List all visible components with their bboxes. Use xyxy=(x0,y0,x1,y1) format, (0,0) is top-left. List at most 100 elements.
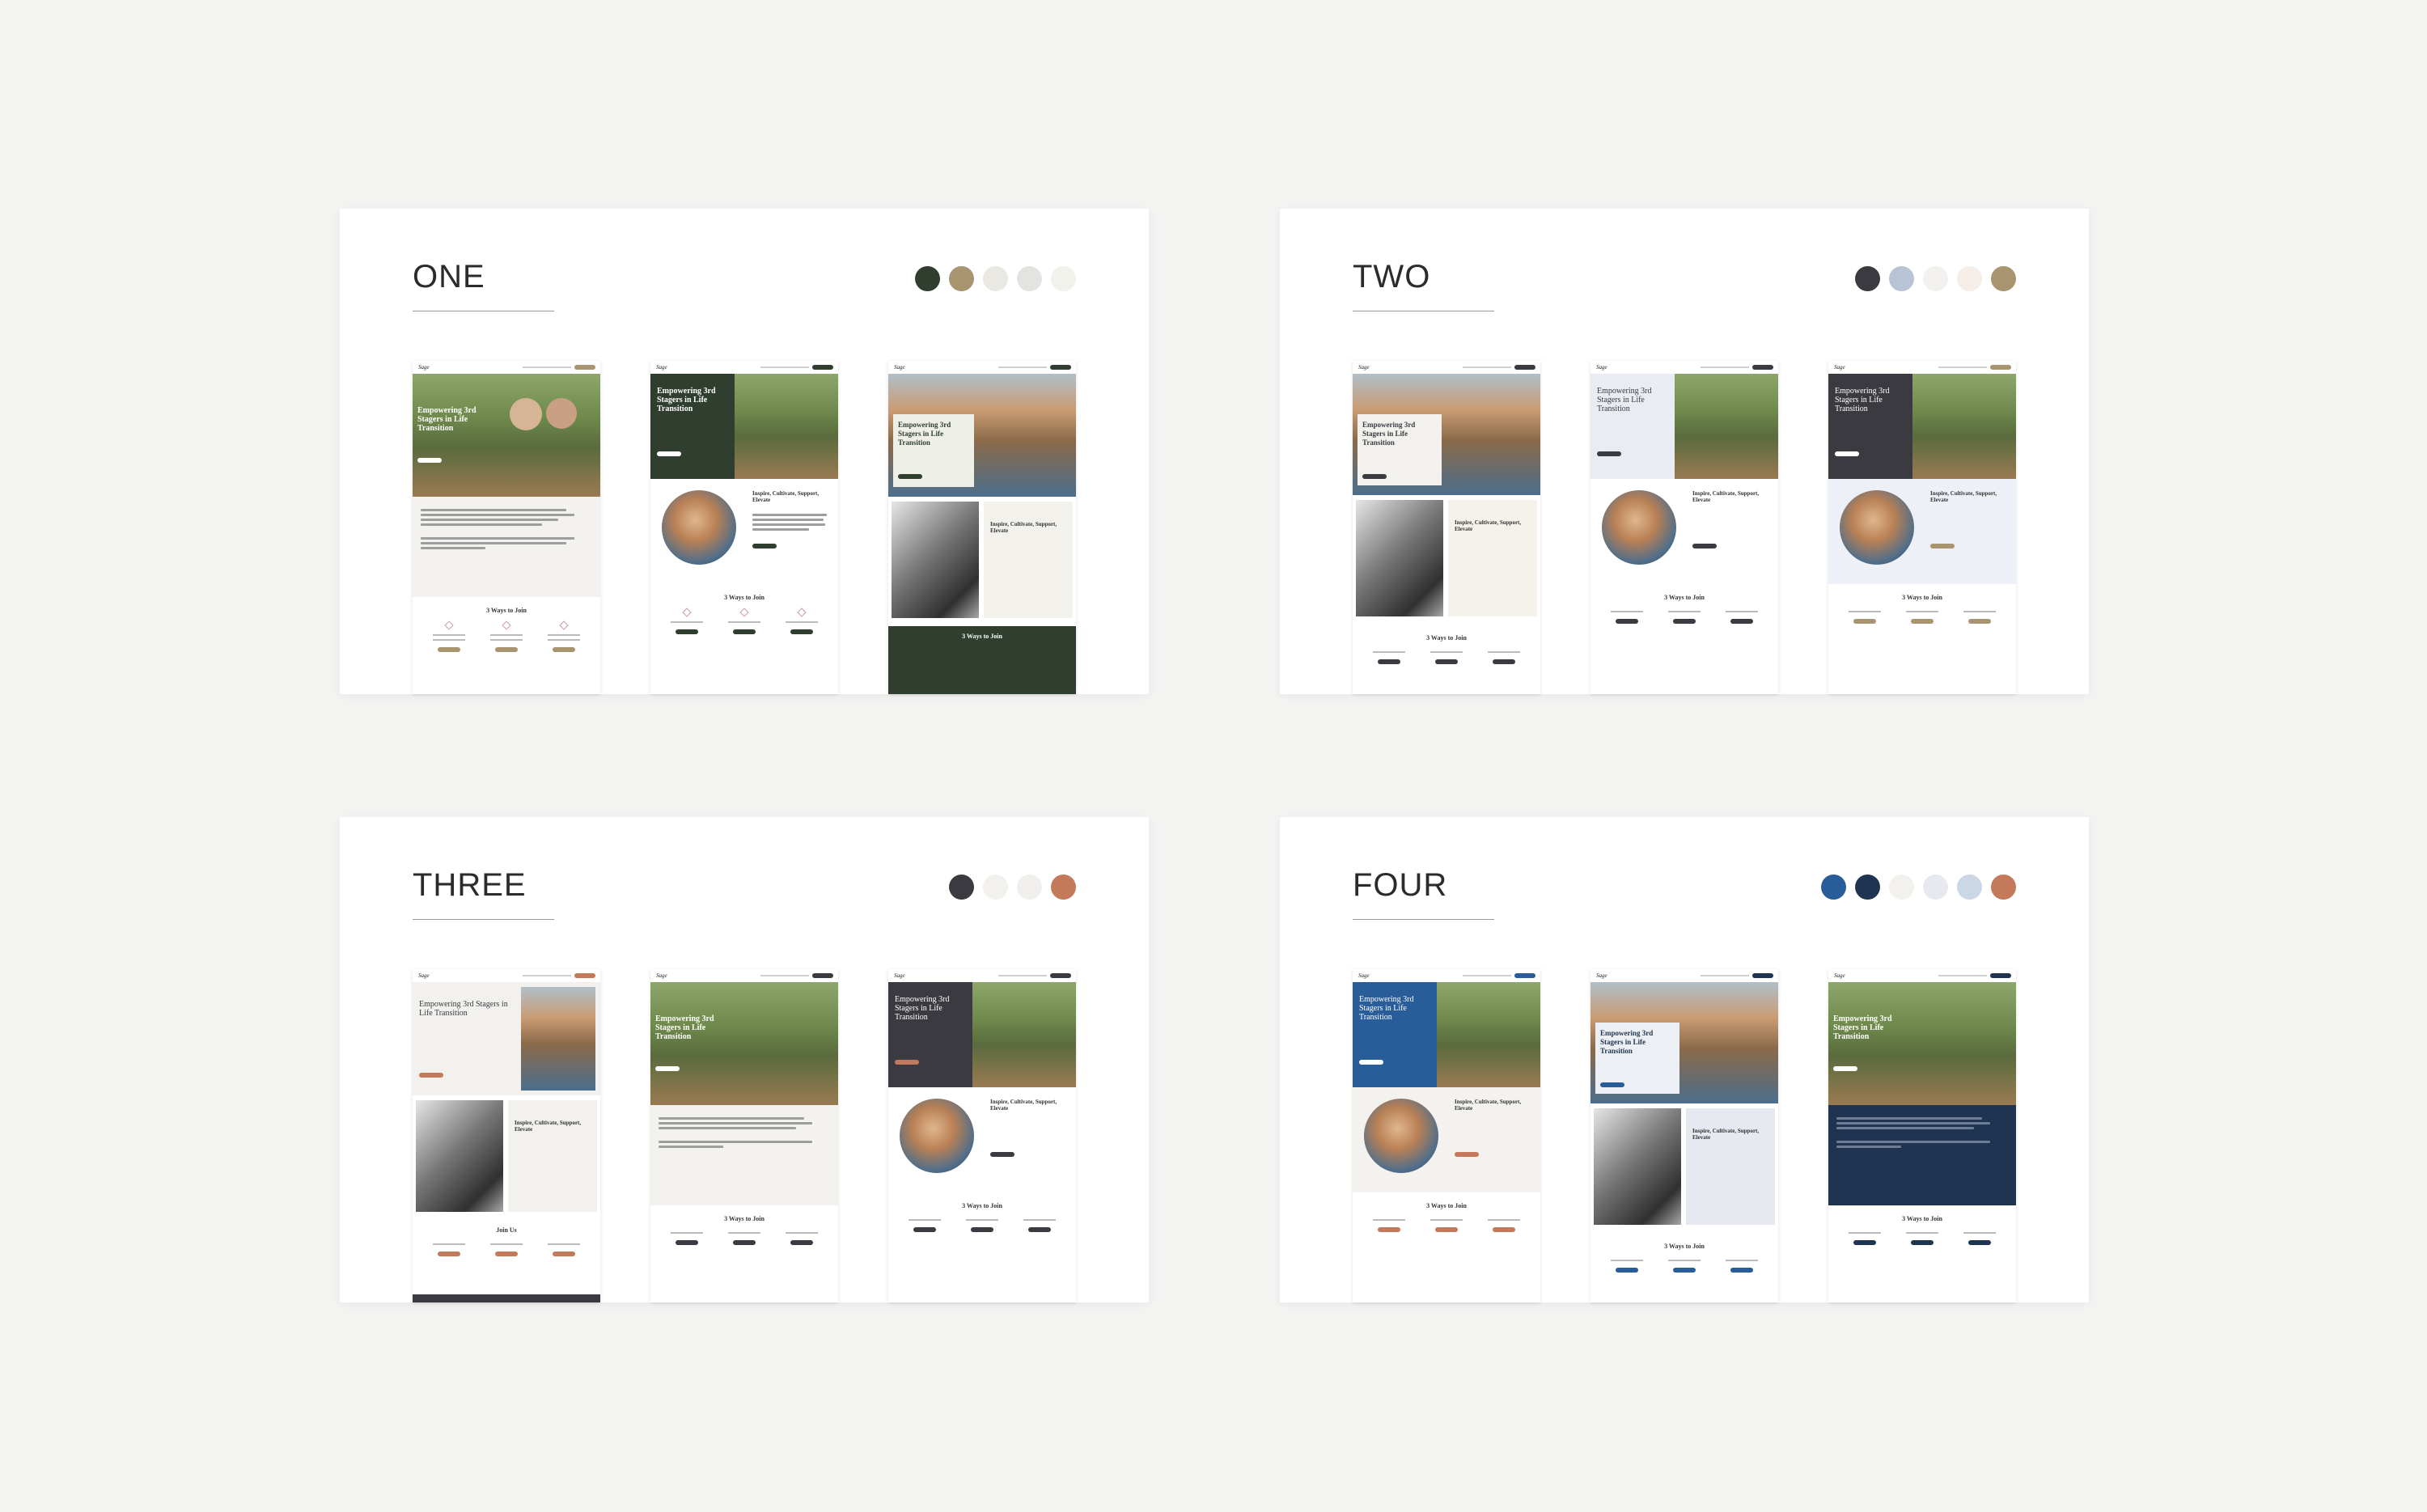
ways-title: 3 Ways to Join xyxy=(1902,594,1942,601)
mock-nav-button xyxy=(574,365,595,370)
color-swatch xyxy=(1855,266,1880,291)
mock-logo: Sage xyxy=(418,364,430,371)
board-title: FOUR xyxy=(1353,867,1448,903)
color-swatch xyxy=(1991,875,2016,900)
board-three: THREE Sage Empowering 3rd Stagers in Lif… xyxy=(340,817,1149,1302)
mock-hero-title: Empowering 3rd Stagers in Life Transitio… xyxy=(1835,387,1890,413)
hero-photo xyxy=(413,374,600,497)
color-swatch xyxy=(1991,266,2016,291)
color-swatch xyxy=(1017,875,1042,900)
homepage-mockup[interactable]: Sage Empowering 3rd Stagers in Life Tran… xyxy=(413,361,600,694)
ways-title: 3 Ways to Join xyxy=(962,1202,1002,1209)
ways-title: 3 Ways to Join xyxy=(962,633,1002,640)
color-swatch xyxy=(915,266,940,291)
ways-title: 3 Ways to Join xyxy=(1664,1243,1705,1250)
homepage-mockup[interactable]: Sage Empowering 3rd Stagers in Life Tran… xyxy=(1353,361,1540,694)
mock-hero-title: Empowering 3rd Stagers in Life Transitio… xyxy=(419,1000,508,1018)
section-title: Inspire, Cultivate, Support, Elevate xyxy=(752,490,820,503)
color-swatch xyxy=(1051,266,1076,291)
ways-title: 3 Ways to Join xyxy=(486,607,527,614)
bw-photo xyxy=(892,502,979,618)
color-swatch xyxy=(1017,266,1042,291)
title-rule xyxy=(413,919,554,920)
homepage-mockup[interactable]: Sage Empowering 3rd Stagers in Life Tran… xyxy=(413,969,600,1302)
color-palette xyxy=(949,875,1076,900)
color-swatch xyxy=(983,875,1008,900)
mock-hero: Empowering 3rd Stagers in Life Transitio… xyxy=(413,374,600,497)
homepage-mockup[interactable]: Sage Empowering 3rd Stagers in Life Tran… xyxy=(1590,969,1778,1302)
mock-logo: Sage xyxy=(418,972,430,979)
mock-hero: Empowering 3rd Stagers in Life Transitio… xyxy=(650,374,838,479)
mock-nav: Sage xyxy=(413,361,600,374)
mock-logo: Sage xyxy=(894,364,905,371)
mock-logo: Sage xyxy=(656,972,667,979)
color-swatch xyxy=(1957,266,1982,291)
mock-logo: Sage xyxy=(1358,972,1370,979)
homepage-mockup[interactable]: Sage Empowering 3rd Stagers in Life Tran… xyxy=(888,361,1076,694)
join-title: Join Us xyxy=(496,1226,517,1234)
mock-logo: Sage xyxy=(656,364,667,371)
mock-hero: Empowering 3rd Stagers in Life Transitio… xyxy=(1353,374,1540,495)
color-swatch xyxy=(949,266,974,291)
color-swatch xyxy=(1889,875,1914,900)
ways-title: 3 Ways to Join xyxy=(724,1215,765,1222)
color-swatch xyxy=(1051,875,1076,900)
homepage-mockup[interactable]: Sage Empowering 3rd Stagers in Life Tran… xyxy=(1828,969,2016,1302)
color-palette xyxy=(1821,875,2016,900)
mock-hero-title: Empowering 3rd Stagers in Life Transitio… xyxy=(655,1014,714,1041)
ways-title: 3 Ways to Join xyxy=(1426,1202,1467,1209)
board-title: ONE xyxy=(413,259,485,294)
mock-ways: 3 Ways to Join xyxy=(413,597,600,662)
section-title: Inspire, Cultivate, Support, Elevate xyxy=(515,1120,582,1133)
mock-hero-title: Empowering 3rd Stagers in Life Transitio… xyxy=(1362,421,1416,447)
mock-hero-title: Empowering 3rd Stagers in Life Transitio… xyxy=(1359,995,1414,1022)
section-title: Inspire, Cultivate, Support, Elevate xyxy=(990,521,1057,534)
homepage-mockup[interactable]: Sage Empowering 3rd Stagers in Life Tran… xyxy=(1828,361,2016,694)
mock-mission xyxy=(413,497,600,597)
homepage-mockup[interactable]: Sage Empowering 3rd Stagers in Life Tran… xyxy=(1590,361,1778,694)
homepage-mockup[interactable]: Sage Empowering 3rd Stagers in Life Tran… xyxy=(888,969,1076,1302)
section-title: Inspire, Cultivate, Support, Elevate xyxy=(990,1099,1057,1112)
hero-photo-detail xyxy=(546,398,577,429)
section-title: Inspire, Cultivate, Support, Elevate xyxy=(1455,519,1522,532)
title-rule xyxy=(1353,919,1494,920)
mock-hero-title: Empowering 3rd Stagers in Life Transitio… xyxy=(895,995,950,1022)
homepage-mockup[interactable]: Sage Empowering 3rd Stagers in Life Tran… xyxy=(650,361,838,694)
board-title: THREE xyxy=(413,867,527,903)
mock-logo: Sage xyxy=(894,972,905,979)
mock-logo: Sage xyxy=(1596,972,1607,979)
color-swatch xyxy=(1923,875,1948,900)
mock-nav-links xyxy=(523,366,571,368)
homepage-mockup[interactable]: Sage Empowering 3rd Stagers in Life Tran… xyxy=(650,969,838,1302)
mock-hero-title: Empowering 3rd Stagers in Life Transitio… xyxy=(417,406,477,433)
homepage-mockup[interactable]: Sage Empowering 3rd Stagers in Life Tran… xyxy=(1353,969,1540,1302)
mock-hero-title: Empowering 3rd Stagers in Life Transitio… xyxy=(657,387,716,413)
mock-hero-title: Empowering 3rd Stagers in Life Transitio… xyxy=(1833,1014,1892,1041)
board-four: FOUR Sage Empowering 3rd Stagers in Life… xyxy=(1280,817,2089,1302)
board-title: TWO xyxy=(1353,259,1431,294)
hero-photo xyxy=(735,374,838,479)
mock-logo: Sage xyxy=(1596,364,1607,371)
mock-hero: Empowering 3rd Stagers in Life Transitio… xyxy=(888,374,1076,497)
ways-title: 3 Ways to Join xyxy=(1902,1215,1942,1222)
hero-photo-detail xyxy=(510,398,542,430)
section-title: Inspire, Cultivate, Support, Elevate xyxy=(1692,490,1760,503)
mock-hero-title: Empowering 3rd Stagers in Life Transitio… xyxy=(1600,1029,1654,1055)
color-swatch xyxy=(983,266,1008,291)
ways-title: 3 Ways to Join xyxy=(724,594,765,601)
board-one: ONE Sage Empowering 3rd Stagers in Life … xyxy=(340,209,1149,694)
color-swatch xyxy=(1855,875,1880,900)
ways-title: 3 Ways to Join xyxy=(1426,634,1467,642)
mock-ways-dark: 3 Ways to Join xyxy=(888,626,1076,694)
color-swatch xyxy=(1821,875,1846,900)
ways-title: 3 Ways to Join xyxy=(1664,594,1705,601)
section-title: Inspire, Cultivate, Support, Elevate xyxy=(1930,490,1997,503)
color-swatch xyxy=(949,875,974,900)
circle-photo xyxy=(662,490,736,565)
section-title: Inspire, Cultivate, Support, Elevate xyxy=(1455,1099,1522,1112)
color-swatch xyxy=(1923,266,1948,291)
mock-hero-title: Empowering 3rd Stagers in Life Transitio… xyxy=(898,421,951,447)
board-two: TWO Sage Empowering 3rd Stagers in Life … xyxy=(1280,209,2089,694)
color-swatch xyxy=(1889,266,1914,291)
mock-logo: Sage xyxy=(1834,364,1845,371)
